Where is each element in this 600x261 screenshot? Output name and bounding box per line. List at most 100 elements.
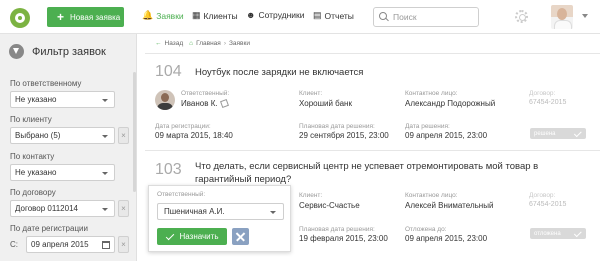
ticket-title[interactable]: Что делать, если сервисный центр не успе… — [195, 161, 538, 187]
breadcrumb-back[interactable]: Назад — [165, 40, 184, 47]
status-badge[interactable]: решена — [530, 128, 586, 139]
responsible-label: Ответственный: — [181, 90, 230, 97]
solved-date-label: Дата решения: — [405, 123, 450, 130]
filter-label-client: По клиенту — [10, 115, 52, 124]
nav-clients[interactable]: ▦ Клиенты — [192, 10, 238, 21]
search-box[interactable] — [373, 7, 479, 27]
breadcrumb: ← Назад ⌂ Главная › Заявки — [155, 40, 250, 47]
assign-button-label: Назначить — [179, 232, 219, 241]
gear-icon[interactable] — [515, 10, 528, 23]
reg-date-label: Дата регистрации: — [155, 123, 211, 130]
bell-icon: 🔔 — [142, 10, 154, 20]
responsible-avatar — [155, 90, 175, 110]
client-label: Клиент: — [299, 90, 323, 97]
filter-title: Фильтр заявок — [32, 45, 106, 58]
planned-date-value: 19 февраля 2015, 23:00 — [299, 234, 388, 243]
back-arrow-icon[interactable]: ← — [155, 40, 162, 47]
planned-date-label: Плановая дата решения: — [299, 123, 375, 130]
filter-select-client[interactable]: Выбрано (5) — [10, 127, 115, 144]
assign-responsible-select[interactable]: Пшеничная А.И. — [157, 203, 284, 220]
sidebar-scrollbar[interactable] — [133, 72, 136, 192]
clear-date-filter-button[interactable]: × — [118, 236, 129, 253]
nav-requests-label: Заявки — [156, 10, 184, 21]
ticket-number: 103 — [155, 161, 182, 178]
contact-label: Контактное лицо: — [405, 192, 458, 199]
filter-label-date: По дате регистрации — [10, 224, 88, 233]
nav-clients-label: Клиенты — [203, 10, 238, 21]
contract-value[interactable]: 67454-2015 — [529, 99, 566, 106]
status-label: решена — [534, 130, 556, 137]
building-icon: ▦ — [192, 10, 201, 20]
calendar-icon[interactable] — [102, 241, 110, 249]
postponed-date-label: Отложена до: — [405, 226, 447, 233]
edit-icon[interactable] — [219, 99, 229, 109]
check-icon — [573, 128, 582, 137]
breadcrumb-home[interactable]: Главная — [196, 40, 221, 47]
status-badge[interactable]: отложена — [530, 228, 586, 239]
home-icon: ⌂ — [189, 40, 194, 47]
chevron-down-icon — [102, 99, 108, 102]
assign-button[interactable]: Назначить — [157, 228, 227, 245]
nav-requests[interactable]: 🔔 Заявки — [142, 10, 184, 21]
postponed-date-value: 09 апреля 2015, 23:00 — [405, 234, 488, 243]
date-from-prefix: С: — [10, 240, 18, 249]
filter-select-contact[interactable]: Не указано — [10, 164, 115, 181]
breadcrumb-separator: › — [223, 40, 226, 47]
clear-contract-filter-button[interactable]: × — [118, 200, 129, 217]
contract-label: Договор: — [529, 90, 556, 97]
date-from-input[interactable]: 09 апреля 2015 — [26, 236, 115, 253]
divider — [145, 150, 600, 151]
new-request-label: Новая заявка — [70, 12, 121, 22]
filter-label-contact: По контакту — [10, 152, 55, 161]
chevron-down-icon — [102, 172, 108, 175]
app-logo[interactable] — [10, 8, 30, 28]
cancel-button[interactable] — [232, 228, 249, 245]
plus-icon: + — [57, 10, 65, 24]
chevron-down-icon — [270, 211, 276, 214]
assign-responsible-label: Ответственный: — [157, 191, 206, 198]
chevron-down-icon — [102, 135, 108, 138]
client-value[interactable]: Хороший банк — [299, 99, 352, 108]
search-input[interactable] — [393, 12, 473, 22]
contract-label: Договор: — [529, 192, 556, 199]
client-value[interactable]: Сервис-Счастье — [299, 201, 360, 210]
reg-date-value: 09 марта 2015, 18:40 — [155, 131, 233, 140]
clear-client-filter-button[interactable]: × — [118, 127, 129, 144]
check-icon — [165, 231, 174, 240]
filter-select-contract[interactable]: Договор 0112014 — [10, 200, 115, 217]
solved-date-value: 09 апреля 2015, 23:00 — [405, 131, 488, 140]
status-label: отложена — [534, 230, 561, 237]
search-icon — [379, 12, 389, 22]
planned-date-label: Плановая дата решения: — [299, 226, 375, 233]
planned-date-value: 29 сентября 2015, 23:00 — [299, 131, 389, 140]
assign-popup: Ответственный: Пшеничная А.И. Назначить — [148, 185, 291, 252]
divider — [145, 53, 600, 54]
filter-select-responsible[interactable]: Не указано — [10, 91, 115, 108]
top-bar: + Новая заявка 🔔 Заявки ▦ Клиенты ☻ Сотр… — [0, 0, 600, 34]
contact-value[interactable]: Алексей Внимательный — [405, 201, 493, 210]
filter-label-contract: По договору — [10, 188, 56, 197]
filter-value-responsible: Не указано — [15, 95, 57, 104]
contact-label: Контактное лицо: — [405, 90, 458, 97]
ticket-title[interactable]: Ноутбук после зарядки не включается — [195, 67, 363, 80]
filter-header: Фильтр заявок — [9, 44, 106, 59]
assign-responsible-value: Пшеничная А.И. — [164, 207, 225, 216]
contract-value[interactable]: 67454-2015 — [529, 201, 566, 208]
user-avatar[interactable] — [551, 5, 573, 29]
people-icon: ☻ — [246, 10, 256, 20]
filter-value-contract: Договор 0112014 — [15, 204, 78, 213]
document-icon: ▤ — [313, 10, 322, 20]
client-label: Клиент: — [299, 192, 323, 199]
ticket-title-line: Что делать, если сервисный центр не успе… — [195, 161, 539, 172]
nav-reports[interactable]: ▤ Отчеты — [313, 10, 354, 21]
new-request-button[interactable]: + Новая заявка — [47, 7, 124, 27]
chevron-down-icon[interactable] — [582, 14, 588, 18]
check-icon — [573, 228, 582, 237]
chevron-down-icon — [102, 208, 108, 211]
date-from-value: 09 апреля 2015 — [31, 240, 89, 249]
filter-label-responsible: По ответственному — [10, 79, 82, 88]
nav-employees[interactable]: ☻ Сотрудники — [246, 10, 305, 20]
responsible-value[interactable]: Иванов К. — [181, 99, 229, 109]
contact-value[interactable]: Александр Подорожный — [405, 99, 495, 108]
breadcrumb-current: Заявки — [228, 40, 250, 47]
